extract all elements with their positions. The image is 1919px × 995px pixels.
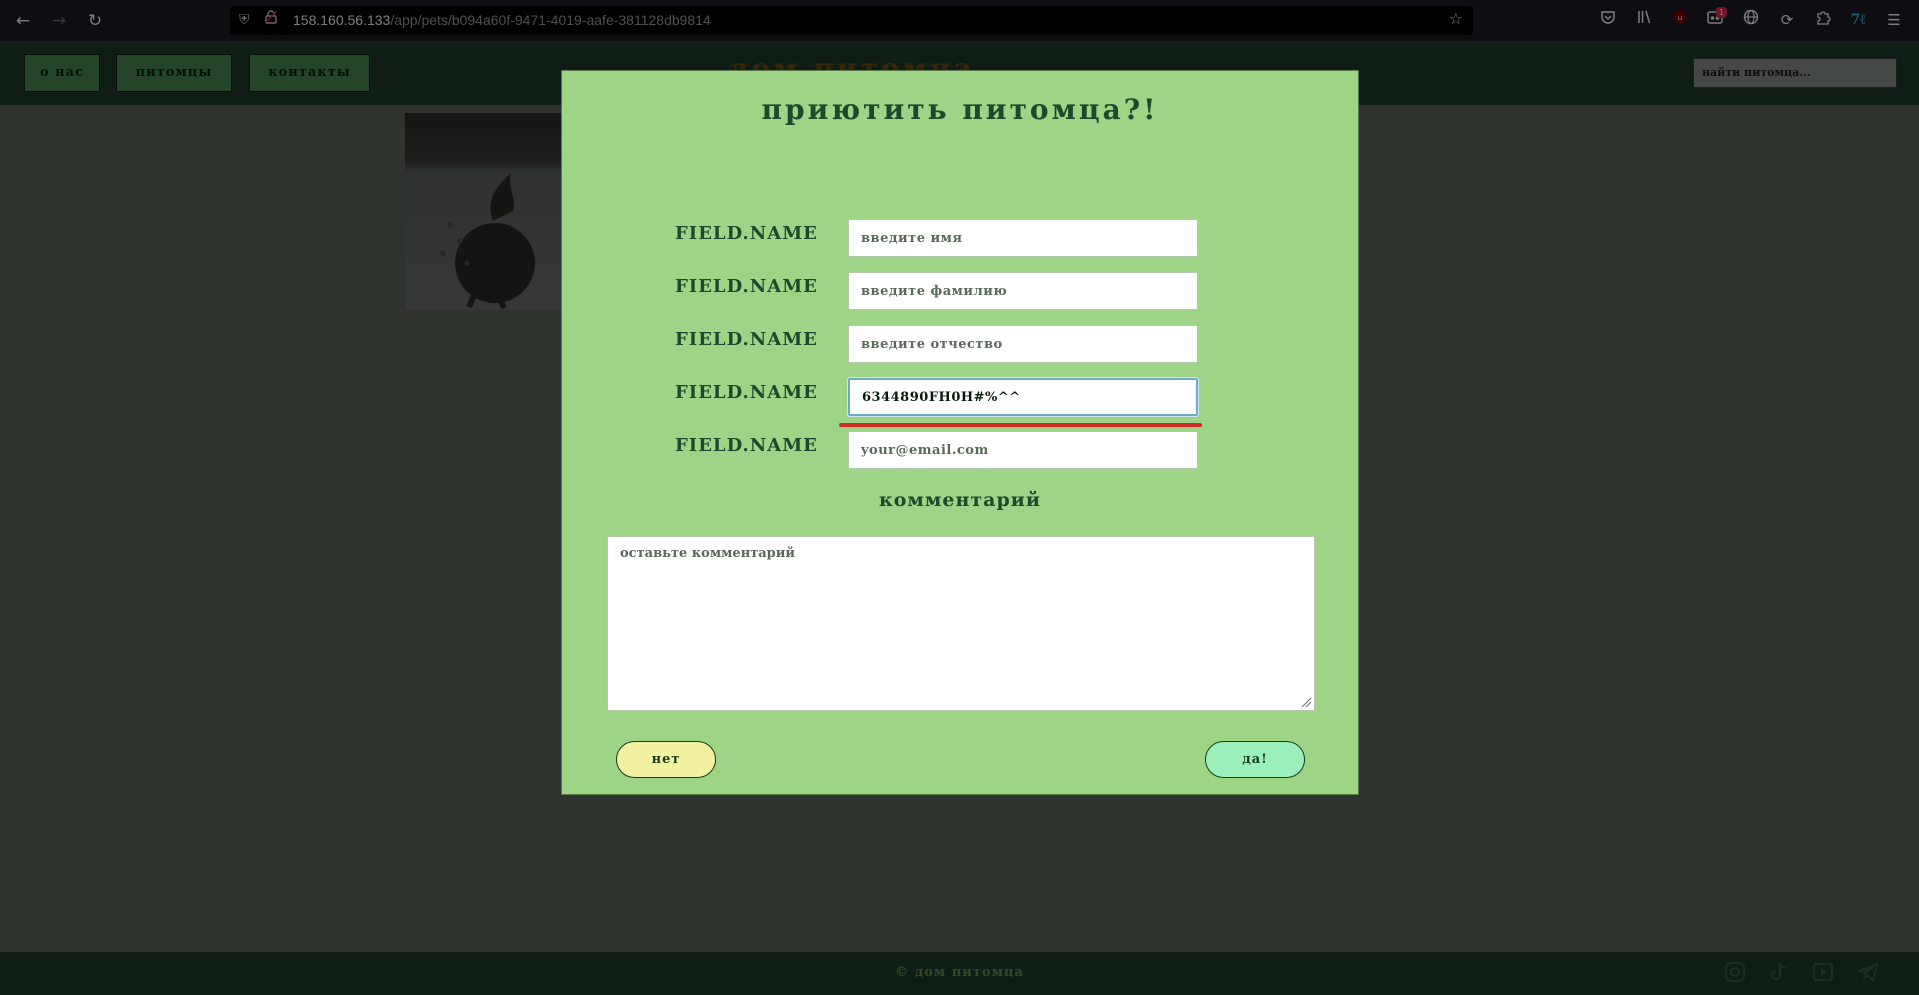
validation-error-underline xyxy=(839,423,1202,427)
no-button[interactable]: нет xyxy=(616,741,716,778)
field-label-patronymic: FIELD.NAME xyxy=(675,329,818,350)
field-label-first-name: FIELD.NAME xyxy=(675,223,818,244)
email-input[interactable] xyxy=(848,431,1198,469)
comment-heading: комментарий xyxy=(879,489,1041,511)
patronymic-input[interactable] xyxy=(848,325,1198,363)
adopt-modal: приютить питомца?! FIELD.NAME FIELD.NAME… xyxy=(561,70,1359,795)
yes-button[interactable]: да! xyxy=(1205,741,1305,778)
field-label-phone: FIELD.NAME xyxy=(675,382,818,403)
field-label-last-name: FIELD.NAME xyxy=(675,276,818,297)
field-label-email: FIELD.NAME xyxy=(675,435,818,456)
comment-textarea[interactable] xyxy=(607,536,1315,711)
phone-input[interactable] xyxy=(848,378,1198,416)
resize-grip-icon[interactable] xyxy=(1300,696,1312,708)
last-name-input[interactable] xyxy=(848,272,1198,310)
modal-title: приютить питомца?! xyxy=(761,93,1159,126)
first-name-input[interactable] xyxy=(848,219,1198,257)
